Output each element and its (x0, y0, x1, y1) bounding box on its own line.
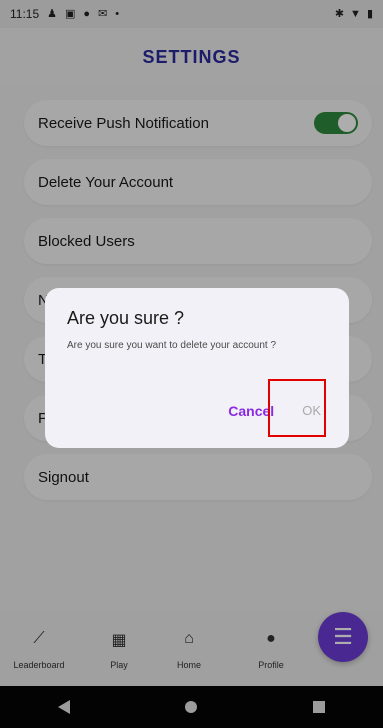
dialog-message: Are you sure you want to delete your acc… (67, 340, 277, 351)
highlight-box (268, 379, 326, 437)
dialog-title: Are you sure ? (67, 308, 185, 328)
